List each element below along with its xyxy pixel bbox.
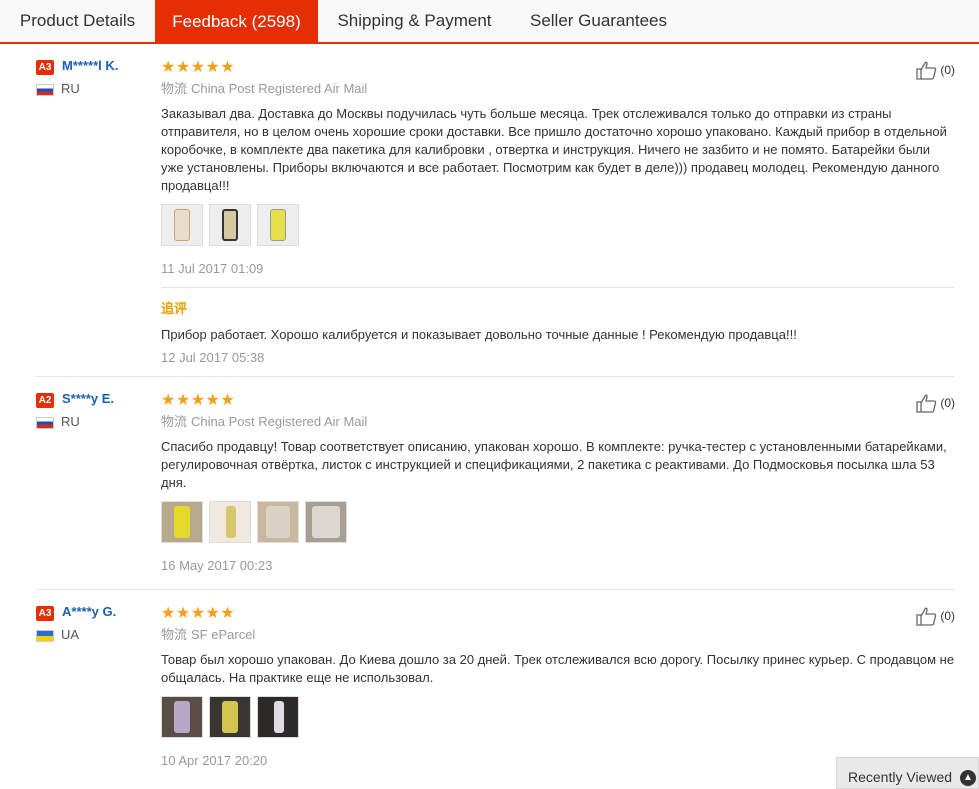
logistics-info: 物流 SF eParcel xyxy=(161,624,255,643)
review-photo[interactable] xyxy=(161,501,203,543)
logistics-info: 物流 China Post Registered Air Mail xyxy=(161,411,367,430)
reviewer-country: UA xyxy=(61,627,80,642)
helpful-count: (0) xyxy=(940,609,955,623)
additional-feedback-label: 追评 xyxy=(161,301,188,316)
recently-viewed-button[interactable]: Recently Viewed ▲ xyxy=(836,757,979,789)
reviewer-name[interactable]: A****y G. xyxy=(62,604,116,619)
user-level-badge: A2 xyxy=(36,393,54,408)
review-text: Спасибо продавцу! Товар соответствует оп… xyxy=(161,439,947,490)
logistics-method: SF eParcel xyxy=(191,627,256,642)
reviewer-country: RU xyxy=(61,81,80,96)
review-photos xyxy=(161,696,299,738)
helpful-button[interactable]: (0) xyxy=(916,606,955,626)
reviewer-country: RU xyxy=(61,414,80,429)
review-date: 10 Apr 2017 20:20 xyxy=(161,753,268,768)
logistics-method: China Post Registered Air Mail xyxy=(191,81,368,96)
russia-flag-icon xyxy=(36,84,54,96)
helpful-count: (0) xyxy=(940,396,955,410)
helpful-count: (0) xyxy=(940,63,955,77)
star-rating: ★★★★★ xyxy=(161,59,236,76)
tab-seller-guarantees[interactable]: Seller Guarantees xyxy=(511,0,686,42)
logistics-method: China Post Registered Air Mail xyxy=(191,414,368,429)
review-photo[interactable] xyxy=(161,204,203,246)
review-photos xyxy=(161,501,347,543)
thumbs-up-icon xyxy=(916,607,937,626)
divider xyxy=(36,376,955,377)
review-text: Товар был хорошо упакован. До Киева дошл… xyxy=(161,652,955,685)
logistics-tag: 物流 xyxy=(161,627,188,642)
review-date: 16 May 2017 00:23 xyxy=(161,558,273,573)
additional-feedback-date: 12 Jul 2017 05:38 xyxy=(161,350,265,365)
recently-viewed-label: Recently Viewed xyxy=(848,769,953,785)
tab-bar: Product Details Feedback (2598) Shipping… xyxy=(0,0,979,44)
user-level-badge: A3 xyxy=(36,60,54,75)
thumbs-up-icon xyxy=(916,394,937,413)
review-photo[interactable] xyxy=(161,696,203,738)
review-text: Заказывал два. Доставка до Москвы подучи… xyxy=(161,106,947,193)
logistics-tag: 物流 xyxy=(161,81,188,96)
review-photo[interactable] xyxy=(209,204,251,246)
star-rating: ★★★★★ xyxy=(161,605,236,622)
review-photo[interactable] xyxy=(257,204,299,246)
ukraine-flag-icon xyxy=(36,630,54,642)
review-photo[interactable] xyxy=(257,501,299,543)
review-photo[interactable] xyxy=(305,501,347,543)
helpful-button[interactable]: (0) xyxy=(916,60,955,80)
russia-flag-icon xyxy=(36,417,54,429)
review-date: 11 Jul 2017 01:09 xyxy=(161,261,264,276)
chevron-up-icon: ▲ xyxy=(960,770,976,786)
review-photo[interactable] xyxy=(209,696,251,738)
logistics-info: 物流 China Post Registered Air Mail xyxy=(161,78,367,97)
reviewer-name[interactable]: M*****l K. xyxy=(62,58,118,73)
review-photos xyxy=(161,204,299,246)
user-level-badge: A3 xyxy=(36,606,54,621)
review-photo[interactable] xyxy=(209,501,251,543)
additional-feedback-text: Прибор работает. Хорошо калибруется и по… xyxy=(161,327,797,342)
helpful-button[interactable]: (0) xyxy=(916,393,955,413)
tab-shipping-payment[interactable]: Shipping & Payment xyxy=(318,0,511,42)
star-rating: ★★★★★ xyxy=(161,392,236,409)
tab-feedback[interactable]: Feedback (2598) xyxy=(155,0,318,44)
tab-product-details[interactable]: Product Details xyxy=(0,0,155,42)
divider xyxy=(161,287,955,288)
reviewer-name[interactable]: S****y E. xyxy=(62,391,114,406)
thumbs-up-icon xyxy=(916,61,937,80)
review-photo[interactable] xyxy=(257,696,299,738)
divider xyxy=(36,589,955,590)
logistics-tag: 物流 xyxy=(161,414,188,429)
